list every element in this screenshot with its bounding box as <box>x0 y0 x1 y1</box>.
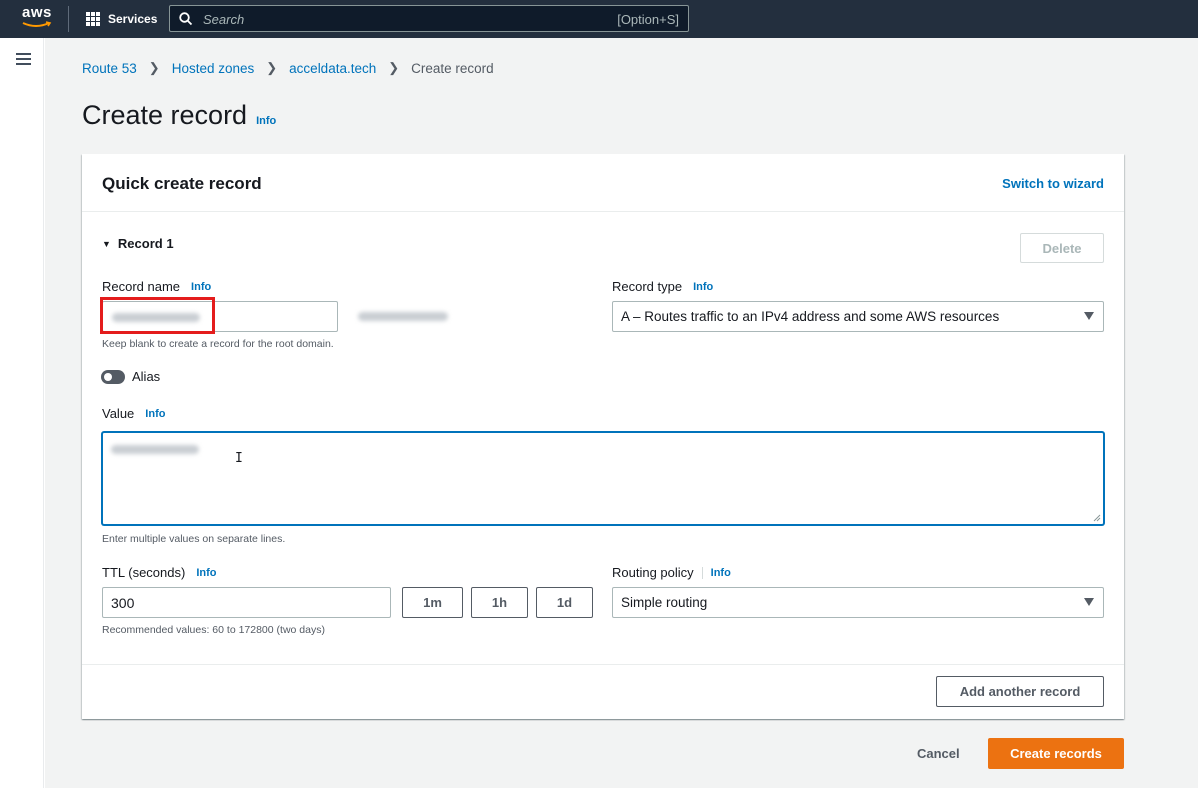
value-label-row: Value Info <box>102 406 165 421</box>
breadcrumb-hosted-zones[interactable]: Hosted zones <box>172 61 255 76</box>
aws-logo-text: aws <box>22 4 52 21</box>
record-type-info-link[interactable]: Info <box>693 281 713 293</box>
aws-logo[interactable]: aws <box>22 5 56 31</box>
panel-header: Quick create record Switch to wizard <box>82 154 1124 212</box>
dropdown-arrow-icon <box>1084 598 1094 606</box>
aws-smile-icon <box>22 21 52 27</box>
value-textarea[interactable]: I <box>102 432 1104 525</box>
record-name-label: Record name <box>102 279 181 294</box>
value-label: Value <box>102 406 135 421</box>
chevron-right-icon: ❯ <box>266 60 278 75</box>
search-input[interactable]: Search [Option+S] <box>169 5 689 32</box>
breadcrumb-zone[interactable]: acceldata.tech <box>289 61 376 76</box>
page-header: Create record Info <box>82 100 276 131</box>
record-type-select[interactable]: A – Routes traffic to an IPv4 address an… <box>612 301 1104 332</box>
search-icon <box>179 12 193 26</box>
record-name-info-link[interactable]: Info <box>191 281 211 293</box>
nav-divider <box>68 6 69 32</box>
record-expand-toggle[interactable]: ▼ Record 1 <box>102 236 174 251</box>
ttl-value: 300 <box>111 594 135 611</box>
ttl-label: TTL (seconds) <box>102 565 186 580</box>
toggle-knob <box>104 373 112 381</box>
ttl-1m-button[interactable]: 1m <box>402 587 463 618</box>
routing-info-link[interactable]: Info <box>701 566 731 579</box>
breadcrumb-route53[interactable]: Route 53 <box>82 61 137 76</box>
panel-title: Quick create record <box>102 174 262 193</box>
routing-policy-select[interactable]: Simple routing <box>612 587 1104 618</box>
text-cursor-icon: I <box>235 451 243 466</box>
breadcrumb: Route 53 ❯ Hosted zones ❯ acceldata.tech… <box>82 60 494 76</box>
record-type-selected: A – Routes traffic to an IPv4 address an… <box>621 309 1000 324</box>
switch-to-wizard-link[interactable]: Switch to wizard <box>1002 176 1104 191</box>
record-type-label: Record type <box>612 279 683 294</box>
ttl-input[interactable]: 300 <box>102 587 391 618</box>
page-info-link[interactable]: Info <box>256 115 276 127</box>
grid-icon <box>86 12 100 26</box>
dropdown-arrow-icon <box>1084 312 1094 320</box>
side-navigation-rail <box>0 38 44 788</box>
breadcrumb-current: Create record <box>411 60 494 76</box>
ttl-1d-button[interactable]: 1d <box>536 587 593 618</box>
ttl-label-row: TTL (seconds) Info <box>102 565 217 580</box>
routing-policy-selected: Simple routing <box>621 595 708 610</box>
services-label: Services <box>108 12 158 26</box>
alias-toggle[interactable] <box>101 370 125 384</box>
ttl-1h-button[interactable]: 1h <box>471 587 528 618</box>
routing-policy-label: Routing policy <box>612 565 694 580</box>
chevron-right-icon: ❯ <box>148 60 160 75</box>
redacted-domain-suffix <box>358 312 448 321</box>
ttl-hint: Recommended values: 60 to 172800 (two da… <box>102 624 325 636</box>
hamburger-menu-icon[interactable] <box>16 53 31 65</box>
value-info-link[interactable]: Info <box>145 408 165 420</box>
create-records-button[interactable]: Create records <box>988 738 1124 769</box>
search-shortcut: [Option+S] <box>617 12 679 27</box>
chevron-right-icon: ❯ <box>388 60 400 75</box>
caret-down-icon: ▼ <box>102 238 111 249</box>
services-menu-button[interactable]: Services <box>86 11 157 27</box>
resize-handle-icon[interactable] <box>1093 514 1101 522</box>
highlight-box <box>100 297 215 334</box>
record-label: Record 1 <box>117 236 174 251</box>
ttl-info-link[interactable]: Info <box>196 567 216 579</box>
value-hint: Enter multiple values on separate lines. <box>102 533 286 545</box>
redacted-ip-value <box>111 445 199 454</box>
record-type-label-row: Record type Info <box>612 279 713 294</box>
top-navigation: aws Services Search [Option+S] <box>0 0 1198 38</box>
add-another-record-button[interactable]: Add another record <box>936 676 1104 707</box>
panel-divider <box>82 664 1124 665</box>
page-title: Create record <box>82 100 248 130</box>
quick-create-panel: Quick create record Switch to wizard ▼ R… <box>82 154 1124 719</box>
record-name-hint: Keep blank to create a record for the ro… <box>102 338 334 350</box>
alias-label: Alias <box>132 369 161 384</box>
routing-label-row: Routing policy Info <box>612 565 731 580</box>
search-placeholder: Search <box>203 12 245 27</box>
record-name-label-row: Record name Info <box>102 279 211 294</box>
cancel-button[interactable]: Cancel <box>917 746 960 761</box>
delete-button[interactable]: Delete <box>1020 233 1104 263</box>
